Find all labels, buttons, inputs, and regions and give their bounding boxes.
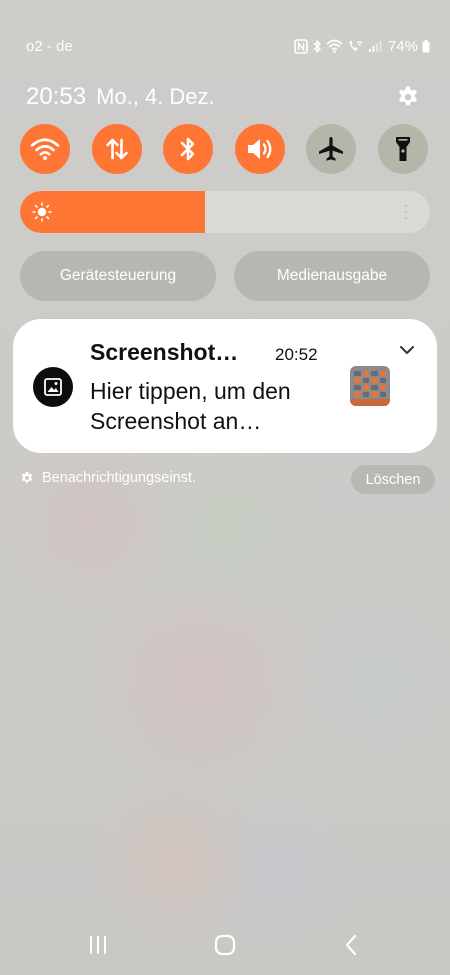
wifi-tile[interactable] (20, 124, 70, 174)
bluetooth-tile[interactable] (163, 124, 214, 174)
wifi-icon (30, 138, 60, 160)
notification-time: 20:52 (275, 345, 318, 364)
more-vertical-icon[interactable] (404, 203, 408, 221)
notification-title: Screenshot… (90, 339, 239, 365)
bluetooth-icon (313, 39, 321, 53)
wifi-calling-icon (349, 40, 363, 51)
home-icon (214, 934, 236, 956)
nfc-icon (294, 38, 308, 54)
gear-icon (399, 86, 417, 106)
thumbnail-grid (354, 371, 386, 397)
clock[interactable]: 20:53 (26, 83, 86, 111)
battery-percentage: 74% (387, 37, 418, 55)
sound-tile[interactable] (234, 124, 285, 174)
app-icon (33, 367, 73, 407)
brightness-slider[interactable] (20, 191, 430, 233)
back-button[interactable] (331, 928, 371, 962)
datetime: 20:53 Mo., 4. Dez. (26, 83, 215, 111)
bluetooth-icon (180, 137, 195, 161)
status-bar: o2 - de 74% (26, 34, 430, 58)
notification-settings-label: Benachrichtigungseinst. (42, 470, 196, 486)
mobile-data-icon (105, 138, 128, 160)
flashlight-tile[interactable] (377, 124, 428, 174)
notification-body: Hier tippen, um den Screenshot an… (90, 378, 291, 434)
clear-button[interactable]: Löschen (351, 465, 435, 494)
status-icons: 74% (294, 38, 430, 55)
settings-button[interactable] (394, 83, 422, 111)
carrier-label: o2 - de (26, 37, 73, 55)
wifi-icon (326, 39, 343, 53)
airplane-mode-tile[interactable] (306, 124, 357, 174)
navigation-bar (0, 928, 450, 962)
back-icon (345, 934, 357, 956)
header-row: 20:53 Mo., 4. Dez. (26, 82, 422, 112)
brightness-icon (32, 202, 52, 222)
home-button[interactable] (205, 928, 245, 962)
quick-settings-tiles (20, 124, 428, 174)
chevron-down-icon[interactable] (399, 345, 415, 355)
screenshot-notification[interactable]: Screenshot… 20:52 Hier tippen, um den Sc… (13, 319, 437, 453)
recents-icon (90, 936, 106, 954)
device-control-button[interactable]: Gerätesteuerung (20, 251, 216, 301)
sound-icon (247, 139, 272, 159)
date[interactable]: Mo., 4. Dez. (96, 84, 215, 110)
mobile-data-tile[interactable] (91, 124, 142, 174)
battery-icon (422, 39, 430, 52)
recents-button[interactable] (78, 928, 118, 962)
screenshot-thumbnail[interactable] (350, 366, 390, 406)
media-output-button[interactable]: Medienausgabe (234, 251, 430, 301)
gear-icon (21, 471, 33, 483)
signal-icon (368, 40, 382, 52)
flashlight-icon (395, 137, 410, 161)
notification-settings-link[interactable]: Benachrichtigungseinst. (20, 470, 196, 486)
airplane-icon (319, 137, 344, 161)
image-icon (44, 378, 62, 396)
thumbnail-bar (350, 399, 390, 406)
